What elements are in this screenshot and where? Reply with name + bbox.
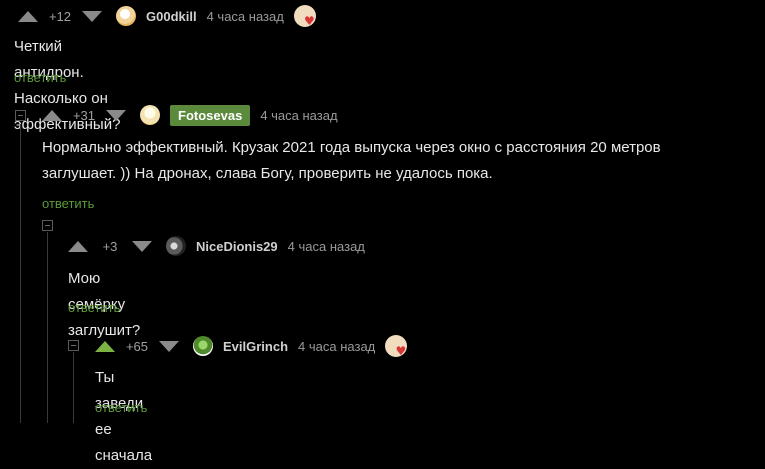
- downvote-arrow-icon[interactable]: [82, 10, 102, 22]
- comment-text: Ты заведи ее сначала: [95, 369, 153, 464]
- upvote-arrow-icon[interactable]: [42, 109, 62, 121]
- collapse-minus-icon[interactable]: [68, 340, 79, 351]
- reply-link[interactable]: ответить: [95, 400, 147, 415]
- upvote-arrow-icon[interactable]: [95, 340, 115, 352]
- downvote-arrow-icon[interactable]: [106, 109, 126, 121]
- reply-link[interactable]: ответить: [42, 196, 94, 211]
- comment-time: 4 часа назад: [287, 238, 365, 254]
- comment-text: Нормально эффективный. Крузак 2021 года …: [42, 139, 661, 182]
- upvote-arrow-icon[interactable]: [18, 10, 38, 22]
- thread-line: [47, 232, 48, 423]
- collapse-minus-icon[interactable]: [15, 110, 26, 121]
- comment-header: +12 G00dkill 4 часа назад: [18, 4, 316, 28]
- username[interactable]: EvilGrinch: [223, 339, 288, 354]
- collapse-minus-icon[interactable]: [42, 220, 53, 231]
- avatar[interactable]: [116, 6, 136, 26]
- thread-line: [73, 352, 74, 423]
- reply-link[interactable]: ответить: [68, 300, 120, 315]
- comment-rating: +12: [48, 8, 72, 24]
- heart-award-icon: [293, 5, 316, 28]
- heart-award-icon: [385, 335, 408, 358]
- upvote-arrow-icon[interactable]: [68, 240, 88, 252]
- comment-rating: +3: [102, 238, 118, 254]
- comment-time: 4 часа назад: [260, 107, 338, 123]
- avatar[interactable]: [166, 236, 186, 256]
- comment-header: +65 EvilGrinch 4 часа назад: [95, 334, 408, 358]
- thread-line: [20, 124, 21, 423]
- avatar[interactable]: [193, 336, 213, 356]
- username[interactable]: NiceDionis29: [196, 239, 278, 254]
- comment-header: +3 NiceDionis29 4 часа назад: [68, 234, 365, 258]
- downvote-arrow-icon[interactable]: [132, 240, 152, 252]
- comment-rating: +31: [72, 107, 96, 123]
- comment-time: 4 часа назад: [298, 338, 376, 354]
- username[interactable]: Fotosevas: [170, 104, 251, 126]
- comment-header: +31 Fotosevas 4 часа назад: [42, 103, 338, 127]
- comment-time: 4 часа назад: [206, 8, 284, 24]
- avatar[interactable]: [140, 105, 160, 125]
- reply-link[interactable]: ответить: [14, 70, 66, 85]
- downvote-arrow-icon[interactable]: [159, 340, 179, 352]
- comment-rating: +65: [125, 338, 149, 354]
- username[interactable]: G00dkill: [146, 9, 197, 24]
